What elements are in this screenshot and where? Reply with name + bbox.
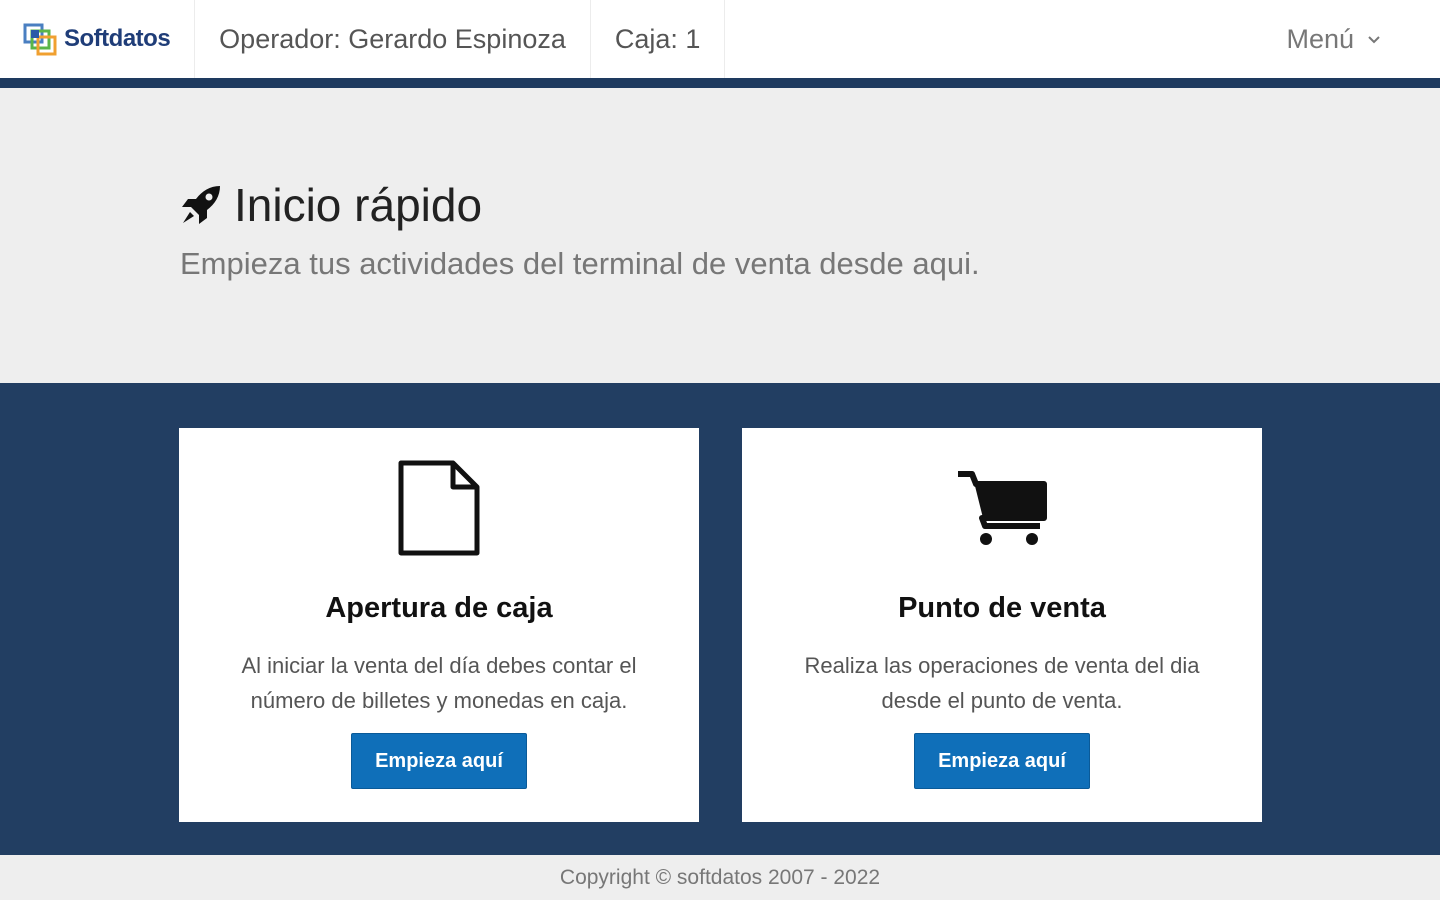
file-icon <box>398 460 480 556</box>
hero-section <box>0 88 1440 383</box>
card-apertura-caja: Apertura de caja Al iniciar la venta del… <box>179 428 699 822</box>
apertura-caja-start-button[interactable]: Empieza aquí <box>351 733 527 789</box>
caja-label: Caja: 1 <box>591 0 726 78</box>
punto-venta-start-button[interactable]: Empieza aquí <box>914 733 1090 789</box>
operator-label: Operador: Gerardo Espinoza <box>195 0 591 78</box>
chevron-down-icon <box>1368 36 1380 44</box>
card-punto-venta: Punto de venta Realiza las operaciones d… <box>742 428 1262 822</box>
card-description: Realiza las operaciones de venta del dia… <box>804 653 1200 713</box>
page-title: Inicio rápido <box>178 178 482 232</box>
page-subtitle: Empieza tus actividades del terminal de … <box>180 246 980 281</box>
brand-link[interactable]: Softdatos <box>0 0 196 78</box>
menu-label: Menú <box>1286 23 1354 54</box>
card-description: Al iniciar la venta del día debes contar… <box>241 653 637 713</box>
navbar-accent-line <box>0 78 1440 88</box>
brand-name: Softdatos <box>64 25 171 52</box>
softdatos-logo-icon <box>23 23 57 56</box>
card-title: Punto de venta <box>898 592 1106 624</box>
footer-copyright: Copyright © softdatos 2007 - 2022 <box>0 855 1440 900</box>
top-navbar: Softdatos Operador: Gerardo Espinoza Caj… <box>0 0 1440 78</box>
page-title-text: Inicio rápido <box>234 179 483 231</box>
rocket-icon <box>182 186 220 224</box>
menu-dropdown[interactable]: Menú <box>1286 0 1382 78</box>
card-title: Apertura de caja <box>325 592 553 624</box>
shopping-cart-icon <box>958 471 1047 545</box>
